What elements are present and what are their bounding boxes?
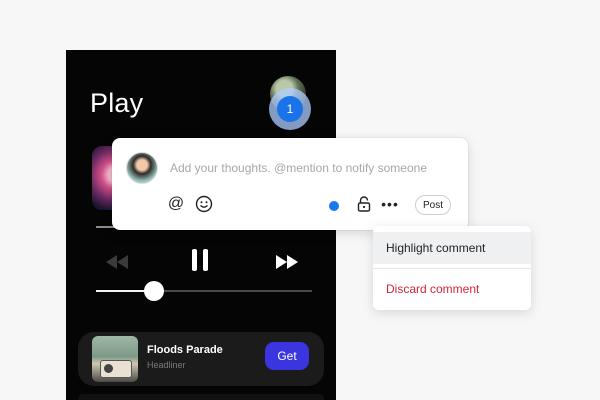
- menu-divider: [373, 268, 531, 269]
- mention-button[interactable]: @: [166, 194, 186, 214]
- status-indicator: [329, 201, 339, 211]
- fast-forward-icon: [276, 255, 298, 269]
- comment-input[interactable]: [168, 156, 462, 180]
- emoji-button[interactable]: [194, 194, 214, 214]
- rewind-icon: [106, 255, 128, 269]
- menu-item-highlight-comment[interactable]: Highlight comment: [373, 232, 531, 264]
- menu-item-discard-comment[interactable]: Discard comment: [373, 273, 531, 305]
- comment-options-menu: Highlight comment Discard comment: [373, 226, 531, 310]
- track-artwork: [92, 336, 138, 382]
- fast-forward-button[interactable]: [276, 255, 298, 274]
- at-icon: @: [167, 195, 185, 212]
- pause-button[interactable]: [190, 248, 210, 277]
- slider-thumb[interactable]: [144, 281, 165, 301]
- track-title: Floods Parade: [147, 344, 223, 356]
- avatar: [126, 152, 158, 184]
- emoji-icon: [195, 195, 213, 213]
- comment-count-marker[interactable]: 1: [269, 88, 311, 130]
- post-button[interactable]: Post: [415, 195, 451, 215]
- playback-slider[interactable]: [96, 281, 312, 301]
- track-subtitle: Headliner: [147, 360, 186, 370]
- more-icon: •••: [381, 196, 399, 212]
- lock-button[interactable]: [354, 194, 374, 214]
- get-button[interactable]: Get: [265, 342, 309, 370]
- page-title: Play: [90, 88, 144, 118]
- lock-icon: [357, 196, 371, 212]
- more-options-button[interactable]: •••: [380, 194, 400, 214]
- pause-icon: [192, 249, 208, 271]
- track-card[interactable]: Floods Parade Headliner Get: [78, 332, 324, 386]
- comment-composer: @ ••• Post: [112, 138, 468, 230]
- rewind-button[interactable]: [106, 255, 128, 274]
- next-card-edge: [78, 394, 324, 400]
- comment-count-badge: 1: [277, 96, 303, 122]
